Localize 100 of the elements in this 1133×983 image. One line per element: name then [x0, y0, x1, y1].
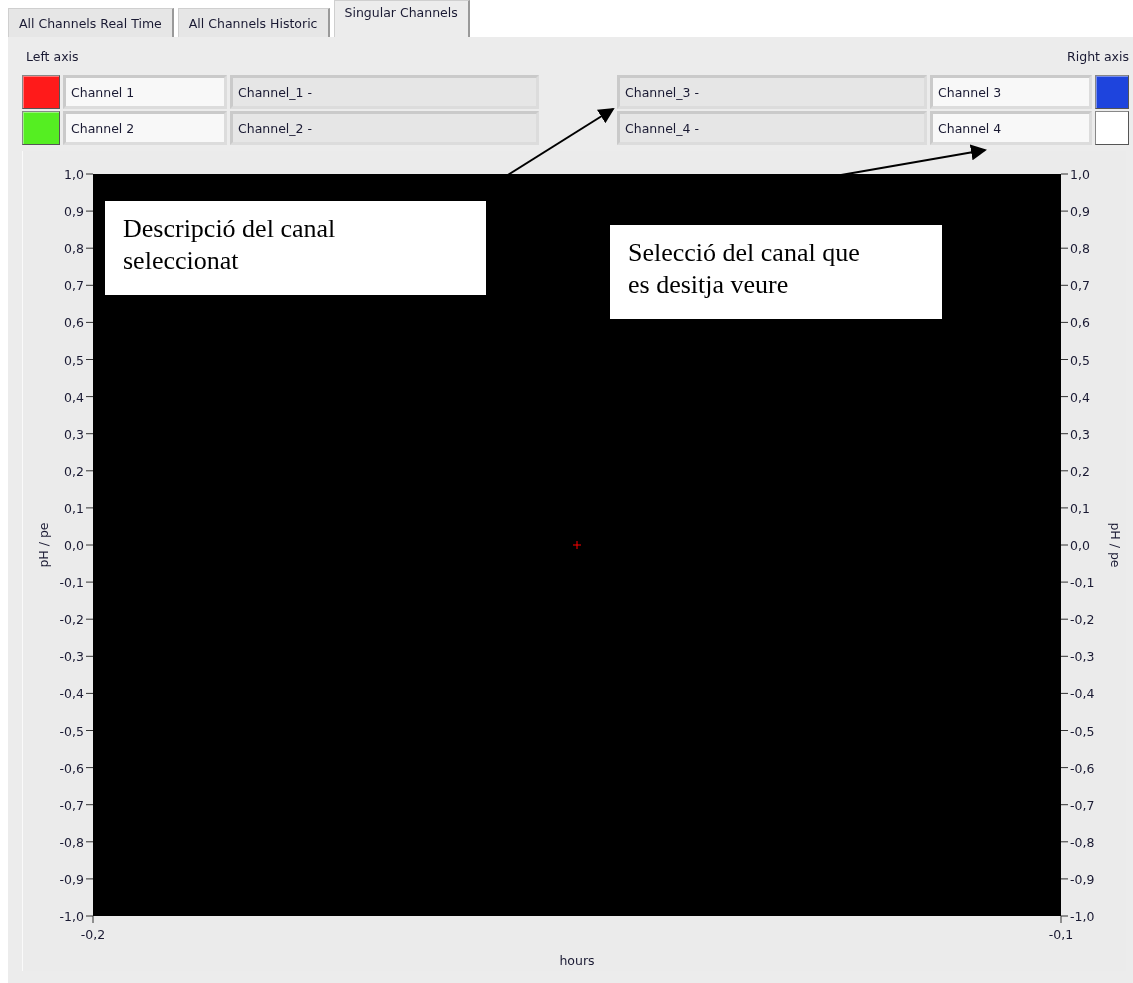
axis-title: pH / pe: [1108, 522, 1123, 568]
axis-label: Right axis: [1066, 48, 1129, 66]
tick-mark: [85, 396, 94, 398]
tick-label: 0,2: [64, 463, 84, 479]
tick-mark: [1060, 210, 1069, 212]
tick-label: -0,1: [1048, 927, 1074, 942]
tick-label: -1,0: [59, 909, 84, 924]
tick-mark: [1060, 247, 1069, 249]
tick-mark: [85, 470, 94, 472]
tick-mark: [1060, 804, 1069, 806]
description-field: Channel_1 -: [230, 75, 539, 109]
tick-label: -0,1: [59, 575, 84, 591]
tick-label: -0,3: [1070, 649, 1095, 665]
description-field: Channel_2 -: [230, 111, 539, 145]
description-field: Channel_4 -: [617, 111, 927, 145]
tick-label: -0,7: [1070, 797, 1095, 813]
axis-title: hours: [559, 953, 595, 968]
tick-mark: [1060, 433, 1069, 435]
tab[interactable]: All Channels Historic: [177, 8, 330, 37]
tick-label: 0,7: [64, 278, 84, 294]
tick-label: 0,6: [64, 315, 84, 331]
callout-text: Descripció del canal seleccionat: [104, 200, 487, 296]
tick-mark: [85, 544, 94, 546]
tick-label: 0,6: [1070, 315, 1090, 331]
tick-mark: [85, 618, 94, 620]
tick-mark: [1060, 730, 1069, 731]
tick-label: 0,3: [1070, 426, 1090, 442]
tick-label: 0,7: [1070, 278, 1090, 294]
tab[interactable]: Singular Channels: [333, 0, 470, 37]
tick-mark: [1060, 507, 1069, 509]
tick-mark: [85, 692, 94, 694]
tick-label: -0,9: [59, 871, 84, 887]
tick-mark: [85, 321, 94, 323]
tick-label: 0,1: [64, 500, 84, 516]
axis-label: Left axis: [25, 48, 80, 66]
tick-mark: [1060, 841, 1069, 843]
tick-mark: [1060, 396, 1069, 398]
channel-select[interactable]: Channel 2: [63, 111, 227, 145]
tick-mark: [1060, 618, 1069, 620]
tick-label: -1,0: [1070, 909, 1095, 924]
tick-mark: [85, 581, 94, 583]
tick-label: -0,2: [1070, 612, 1095, 628]
axis-title: pH / pe: [36, 522, 51, 568]
tick-label: 1,0: [64, 167, 84, 182]
tick-label: -0,2: [80, 927, 106, 942]
tick-label: -0,7: [59, 797, 84, 813]
tick-mark: [85, 730, 94, 731]
tick-mark: [85, 804, 94, 806]
channel-select[interactable]: Channel 4: [930, 111, 1092, 145]
tick-label: 0,0: [64, 538, 84, 553]
tick-mark: [85, 841, 94, 843]
tick-mark: [85, 247, 94, 249]
tick-label: -0,5: [59, 723, 84, 739]
tick-label: -0,1: [1070, 575, 1095, 591]
tick-label: -0,5: [1070, 723, 1095, 739]
tick-mark: [1060, 173, 1069, 175]
tick-label: 0,4: [1070, 389, 1090, 405]
tick-mark: [1060, 581, 1069, 583]
tick-label: -0,2: [59, 612, 84, 628]
tick-mark: [85, 655, 94, 657]
description-field: Channel_3 -: [617, 75, 927, 109]
tick-mark: [85, 433, 94, 435]
color-swatch[interactable]: [1095, 111, 1129, 145]
tick-mark: [1060, 692, 1069, 694]
tick-label: 0,0: [1070, 538, 1090, 553]
tick-label: -0,8: [59, 834, 84, 850]
color-swatch[interactable]: [22, 75, 60, 109]
tick-mark: [85, 210, 94, 212]
tick-mark: [85, 359, 94, 360]
tick-mark: [85, 507, 94, 509]
channel-select[interactable]: Channel 1: [63, 75, 227, 109]
tick-mark: [1060, 321, 1069, 323]
tick-mark: [1060, 359, 1069, 360]
tick-label: 0,5: [64, 352, 84, 368]
tick-label: 0,5: [1070, 352, 1090, 368]
channel-select[interactable]: Channel 3: [930, 75, 1092, 109]
color-swatch[interactable]: [1095, 75, 1129, 109]
tab[interactable]: All Channels Real Time: [8, 8, 174, 37]
tick-mark: [85, 878, 94, 880]
color-swatch[interactable]: [22, 111, 60, 145]
tick-mark: [1060, 470, 1069, 472]
tick-label: 1,0: [1070, 167, 1090, 182]
tick-label: 0,3: [64, 426, 84, 442]
tick-label: 0,4: [64, 389, 84, 405]
tick-label: 0,8: [64, 241, 84, 257]
tick-label: 0,9: [1070, 204, 1090, 220]
tick-label: -0,4: [59, 686, 84, 702]
tick-mark: [85, 284, 94, 286]
tick-label: 0,8: [1070, 241, 1090, 257]
tick-mark: [1060, 544, 1069, 546]
tick-mark: [85, 767, 94, 769]
tick-label: -0,9: [1070, 871, 1095, 887]
tick-label: -0,3: [59, 649, 84, 665]
tick-label: 0,9: [64, 204, 84, 220]
tick-label: -0,6: [1070, 760, 1095, 776]
tick-label: -0,8: [1070, 834, 1095, 850]
tick-mark: [1060, 878, 1069, 880]
data-point: [572, 540, 582, 550]
tick-label: 0,1: [1070, 500, 1090, 516]
tick-label: -0,6: [59, 760, 84, 776]
